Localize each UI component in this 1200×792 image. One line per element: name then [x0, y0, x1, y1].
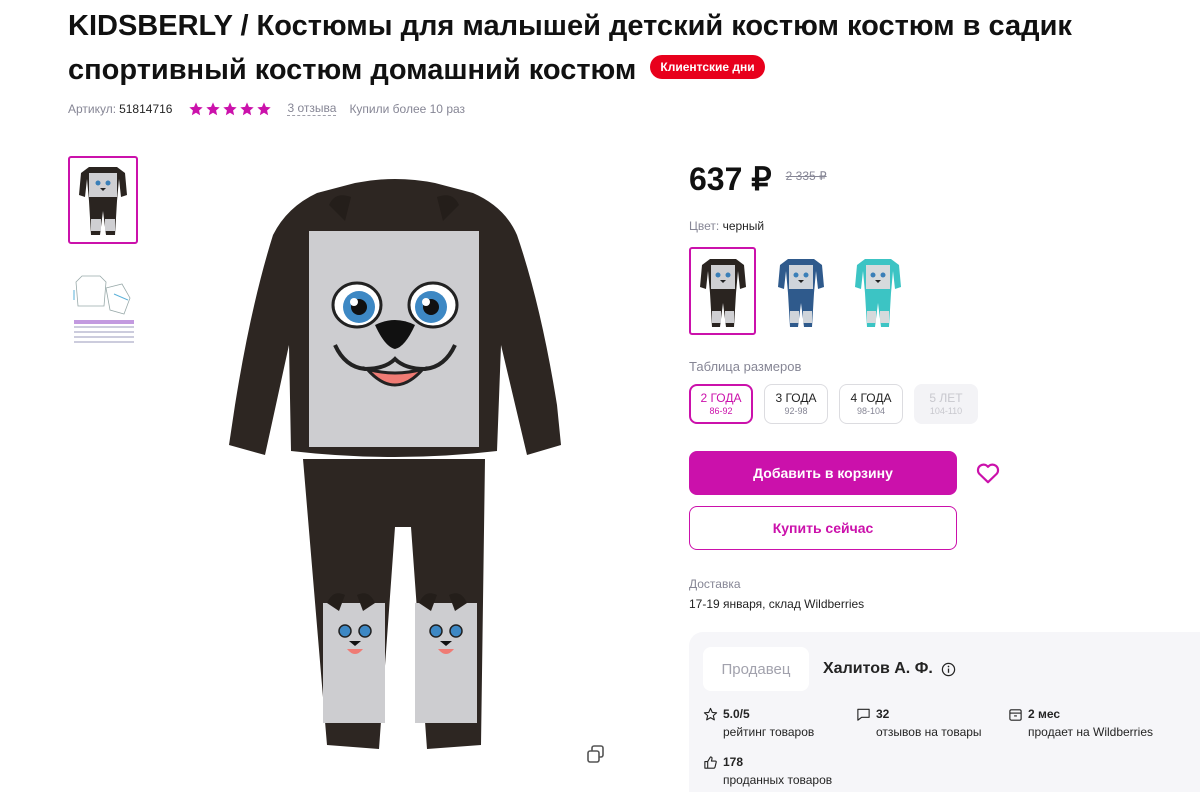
- add-to-cart-button[interactable]: Добавить в корзину: [689, 451, 957, 495]
- price-block: 637 ₽ 2 335 ₽: [689, 160, 827, 198]
- stat-value: 2 мес: [1028, 707, 1061, 721]
- seller-stat-rating: 5.0/5 рейтинг товаров: [703, 706, 814, 740]
- star-icon: [189, 102, 204, 116]
- buy-now-button[interactable]: Купить сейчас: [689, 506, 957, 550]
- stat-label: отзывов на товары: [876, 725, 982, 739]
- purchases-count: Купили более 10 раз: [349, 102, 466, 116]
- color-swatch-black[interactable]: [689, 247, 756, 335]
- turquoise-suit-image: [854, 259, 901, 327]
- size-height-range: 98-104: [856, 406, 886, 416]
- old-price: 2 335 ₽: [785, 169, 827, 183]
- size-name: 5 ЛЕТ: [929, 391, 963, 405]
- seller-tag: Продавец: [703, 647, 809, 691]
- heart-icon[interactable]: [975, 460, 1001, 486]
- seller-name[interactable]: Халитов А. Ф.: [823, 660, 956, 678]
- color-label: Цвет: черный: [689, 219, 764, 233]
- size-selector: 2 ГОДА 86-92 3 ГОДА 92-98 4 ГОДА 98-104 …: [689, 384, 989, 424]
- size-option-5-years[interactable]: 5 ЛЕТ 104-110: [914, 384, 978, 424]
- thumbs-up-icon: [704, 756, 717, 769]
- size-chart-thumbnail-image: [73, 275, 134, 343]
- info-icon[interactable]: [941, 662, 956, 677]
- box-icon: [1009, 709, 1022, 721]
- stat-value: 5.0/5: [723, 707, 750, 721]
- size-chart-link[interactable]: Таблица размеров: [689, 359, 801, 374]
- size-name: 4 ГОДА: [850, 391, 892, 405]
- chat-icon: [857, 708, 870, 721]
- article-number[interactable]: 51814716: [119, 102, 172, 116]
- seller-stat-sold: 178 проданных товаров: [703, 754, 832, 788]
- size-height-range: 86-92: [709, 406, 733, 416]
- black-suit-image: [699, 259, 746, 327]
- star-icon: [206, 102, 221, 116]
- size-height-range: 104-110: [929, 406, 963, 416]
- size-option-4-years[interactable]: 4 ГОДА 98-104: [839, 384, 903, 424]
- seller-name-text[interactable]: Халитов А. Ф.: [823, 660, 933, 678]
- current-price: 637 ₽: [689, 161, 772, 197]
- product-meta: Артикул: 51814716 3 отзыва Купили более …: [68, 100, 465, 118]
- delivery-label: Доставка: [689, 577, 741, 591]
- size-name: 2 ГОДА: [700, 391, 742, 405]
- article-label: Артикул:: [68, 102, 117, 116]
- star-icon: [223, 102, 238, 116]
- product-main-image[interactable]: [205, 155, 585, 770]
- product-title-text: KIDSBERLY / Костюмы для малышей детский …: [68, 10, 1072, 86]
- star-icon: [257, 102, 272, 116]
- seller-card: Продавец Халитов А. Ф. 5.0/5 рейтинг това…: [689, 632, 1200, 792]
- thumbnail-size-chart[interactable]: [68, 266, 138, 354]
- size-option-2-years[interactable]: 2 ГОДА 86-92: [689, 384, 753, 424]
- star-icon: [240, 102, 255, 116]
- rating-stars: [188, 101, 273, 117]
- seller-stat-reviews: 32 отзывов на товары: [856, 706, 982, 740]
- reviews-link[interactable]: 3 отзыва: [287, 102, 337, 116]
- size-height-range: 92-98: [784, 406, 808, 416]
- delivery-date: 17-19 января, склад Wildberries: [689, 597, 865, 611]
- kids-suit-illustration: [229, 179, 561, 749]
- color-swatch-blue[interactable]: [767, 247, 834, 335]
- expand-gallery-icon[interactable]: [585, 743, 607, 765]
- stat-label: продает на Wildberries: [1028, 725, 1154, 739]
- promo-badge[interactable]: Клиентские дни: [650, 55, 765, 80]
- stat-value: 178: [723, 755, 744, 769]
- color-value: черный: [722, 219, 765, 233]
- star-icon: [703, 707, 718, 721]
- stat-value: 32: [876, 707, 890, 721]
- seller-stat-tenure: 2 мес продает на Wildberries: [1008, 706, 1153, 740]
- stat-label: рейтинг товаров: [723, 725, 815, 739]
- color-swatch-turquoise[interactable]: [844, 247, 911, 335]
- thumbnail-main-photo[interactable]: [68, 156, 138, 244]
- size-name: 3 ГОДА: [775, 391, 817, 405]
- color-label-text: Цвет:: [689, 219, 720, 233]
- blue-suit-image: [777, 259, 824, 327]
- suit-thumbnail-image: [79, 167, 127, 235]
- stat-label: проданных товаров: [723, 773, 833, 787]
- size-option-3-years[interactable]: 3 ГОДА 92-98: [764, 384, 828, 424]
- product-title: KIDSBERLY / Костюмы для малышей детский …: [68, 4, 1188, 92]
